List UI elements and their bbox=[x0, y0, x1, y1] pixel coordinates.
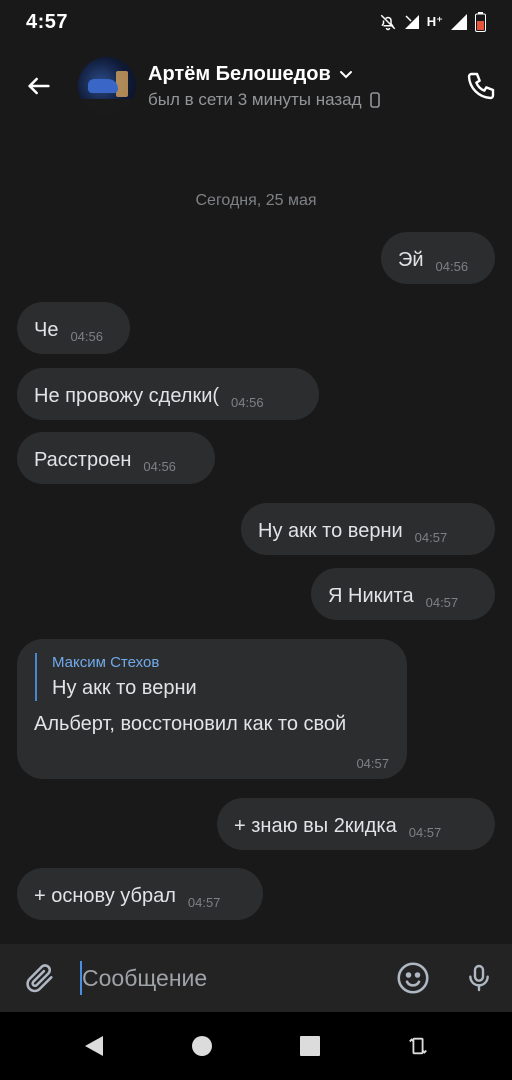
system-navigation-bar bbox=[0, 1012, 512, 1080]
peer-status: был в сети 3 минуты назад bbox=[148, 89, 362, 109]
message-incoming-reply[interactable]: Максим Стехов Ну акк то верни Альберт, в… bbox=[17, 639, 407, 779]
message-text: + основу убрал bbox=[34, 885, 176, 907]
message-text: Расстроен bbox=[34, 449, 132, 471]
message-composer bbox=[0, 944, 512, 1012]
message-input-wrapper bbox=[80, 944, 380, 1012]
message-text: Эй bbox=[398, 249, 424, 271]
rotate-button[interactable] bbox=[394, 1022, 442, 1070]
date-separator: Сегодня, 25 мая bbox=[195, 192, 317, 209]
message-text: Не провожу сделки( bbox=[34, 385, 220, 407]
nav-recents-icon bbox=[300, 1036, 320, 1056]
peer-info[interactable]: Артём Белошедов был в сети 3 минуты наза… bbox=[148, 63, 450, 110]
message-outgoing[interactable]: Эй 04:56 bbox=[381, 232, 495, 284]
network-type: H⁺ bbox=[426, 14, 443, 29]
message-text: Альберт, восстоновил как то свой bbox=[34, 713, 347, 735]
message-outgoing[interactable]: + знаю вы 2кидка 04:57 bbox=[217, 798, 495, 850]
message-time: 04:57 bbox=[425, 595, 459, 610]
message-time: 04:56 bbox=[143, 459, 176, 474]
message-text: Я Никита bbox=[328, 585, 414, 607]
nav-recents-button[interactable] bbox=[286, 1022, 334, 1070]
attach-button[interactable] bbox=[0, 944, 80, 1012]
message-time: 04:56 bbox=[231, 395, 264, 410]
emoji-icon bbox=[397, 962, 429, 994]
message-incoming[interactable]: Не провожу сделки( 04:56 bbox=[17, 368, 319, 420]
peer-name: Артём Белошедов bbox=[148, 62, 331, 85]
signal-small-icon bbox=[404, 15, 419, 29]
call-button[interactable] bbox=[450, 44, 512, 128]
reply-quote[interactable]: Максим Стехов Ну акк то верни bbox=[35, 653, 391, 701]
message-incoming[interactable]: Расстроен 04:56 bbox=[17, 432, 215, 484]
reply-author: Максим Стехов bbox=[52, 654, 160, 671]
reply-text: Ну акк то верни bbox=[52, 677, 197, 699]
voice-button[interactable] bbox=[446, 944, 512, 1012]
paperclip-icon bbox=[26, 964, 53, 993]
message-text: Че bbox=[34, 319, 59, 341]
back-arrow-icon bbox=[28, 77, 50, 95]
nav-back-button[interactable] bbox=[70, 1022, 118, 1070]
message-text: Ну акк то верни bbox=[258, 520, 403, 542]
status-time: 4:57 bbox=[26, 10, 69, 33]
message-time: 04:57 bbox=[187, 895, 221, 910]
mobile-device-icon bbox=[369, 91, 380, 108]
nav-home-icon bbox=[192, 1036, 212, 1056]
emoji-button[interactable] bbox=[380, 944, 446, 1012]
back-button[interactable] bbox=[0, 44, 78, 128]
message-incoming[interactable]: Че 04:56 bbox=[17, 302, 130, 354]
message-outgoing[interactable]: Я Никита 04:57 bbox=[311, 568, 495, 620]
text-caret bbox=[80, 961, 82, 995]
status-bar: 4:57 H⁺ bbox=[0, 0, 512, 44]
message-incoming[interactable]: + основу убрал 04:57 bbox=[17, 868, 263, 920]
message-time: 04:57 bbox=[356, 756, 389, 771]
nav-home-button[interactable] bbox=[178, 1022, 226, 1070]
battery-icon bbox=[475, 12, 486, 32]
bell-off-icon bbox=[379, 13, 397, 31]
message-outgoing[interactable]: Ну акк то верни 04:57 bbox=[241, 503, 495, 555]
message-text: + знаю вы 2кидка bbox=[234, 815, 397, 837]
message-input[interactable] bbox=[80, 964, 380, 992]
status-icons: H⁺ bbox=[379, 12, 486, 32]
phone-icon bbox=[467, 72, 495, 100]
signal-icon bbox=[451, 14, 467, 30]
chevron-down-icon bbox=[339, 71, 352, 79]
chat-header: Артём Белошедов был в сети 3 минуты наза… bbox=[0, 44, 512, 128]
message-time: 04:56 bbox=[435, 259, 469, 274]
message-time: 04:57 bbox=[414, 530, 448, 545]
nav-back-icon bbox=[85, 1036, 103, 1056]
message-time: 04:57 bbox=[408, 825, 442, 840]
avatar[interactable] bbox=[78, 57, 136, 115]
rotate-icon bbox=[409, 1037, 427, 1055]
microphone-icon bbox=[469, 964, 489, 992]
message-time: 04:56 bbox=[70, 329, 103, 344]
